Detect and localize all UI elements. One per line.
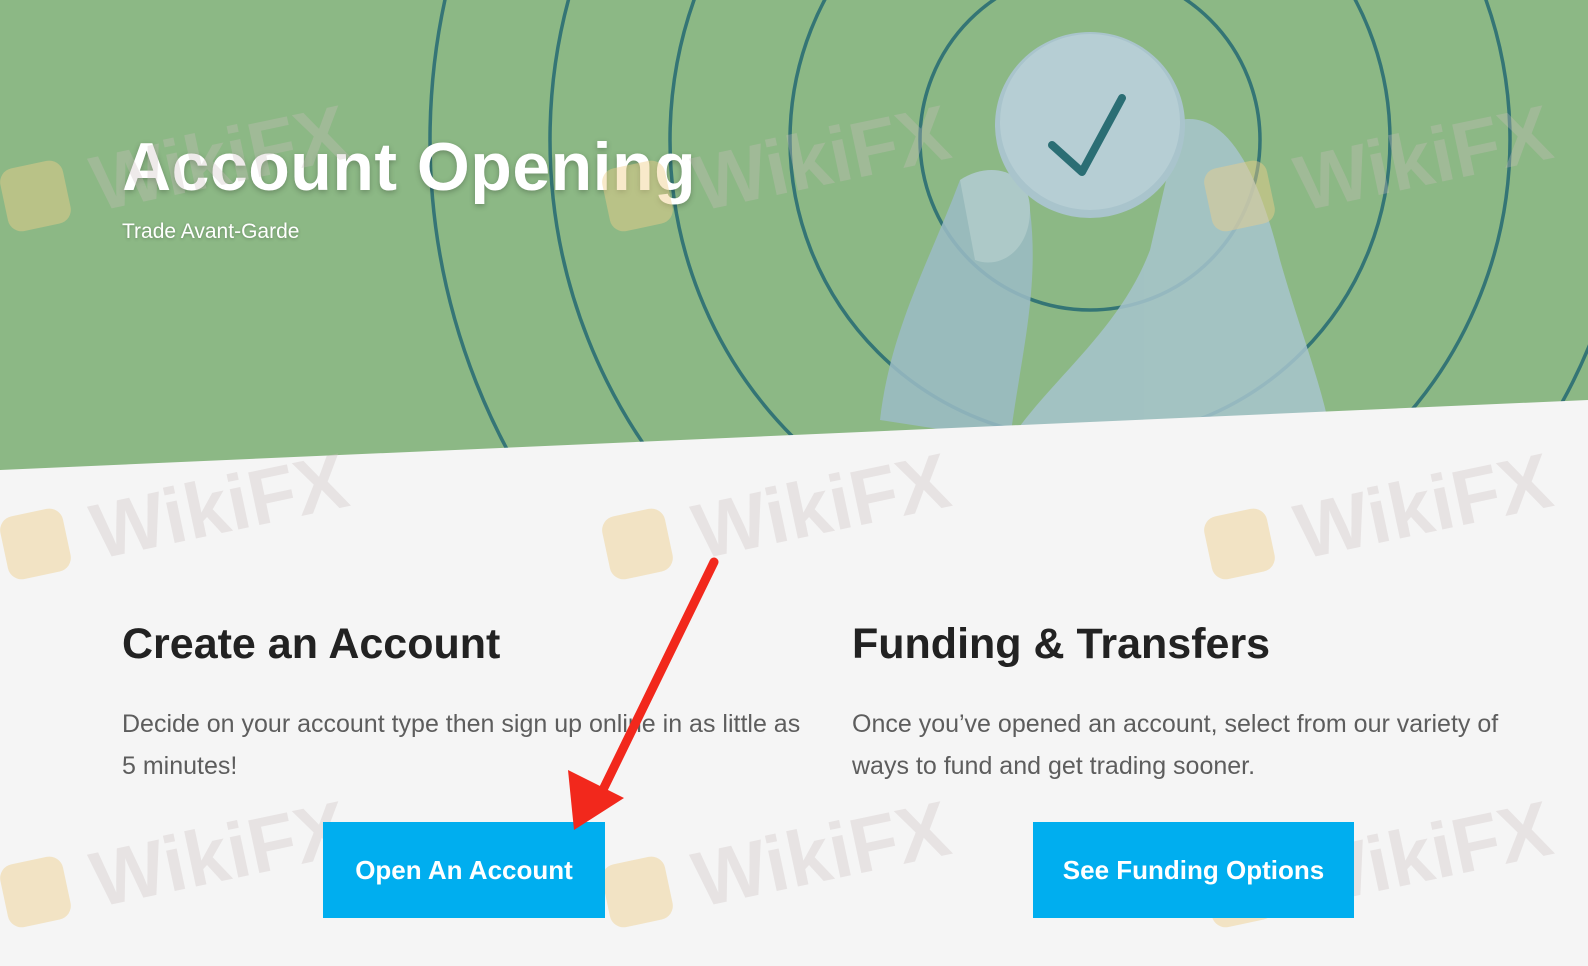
hero-banner: Account Opening Trade Avant-Garde	[0, 0, 1588, 480]
page-title: Account Opening	[122, 129, 697, 205]
check-disc-icon	[995, 32, 1185, 218]
page-subtitle: Trade Avant-Garde	[122, 220, 300, 243]
open-account-button[interactable]: Open An Account	[323, 822, 605, 918]
see-funding-options-button[interactable]: See Funding Options	[1033, 822, 1354, 918]
watermark-text: WikiFX	[83, 784, 355, 924]
watermark-text: WikiFX	[685, 784, 957, 924]
funding-description: Once you’ve opened an account, select fr…	[852, 710, 1499, 780]
create-account-description: Decide on your account type then sign up…	[122, 710, 801, 780]
create-account-section: Create an Account Decide on your account…	[122, 620, 812, 787]
funding-heading: Funding & Transfers	[852, 620, 1271, 668]
create-account-heading: Create an Account	[122, 620, 501, 668]
funding-section: Funding & Transfers Once you’ve opened a…	[852, 620, 1552, 787]
